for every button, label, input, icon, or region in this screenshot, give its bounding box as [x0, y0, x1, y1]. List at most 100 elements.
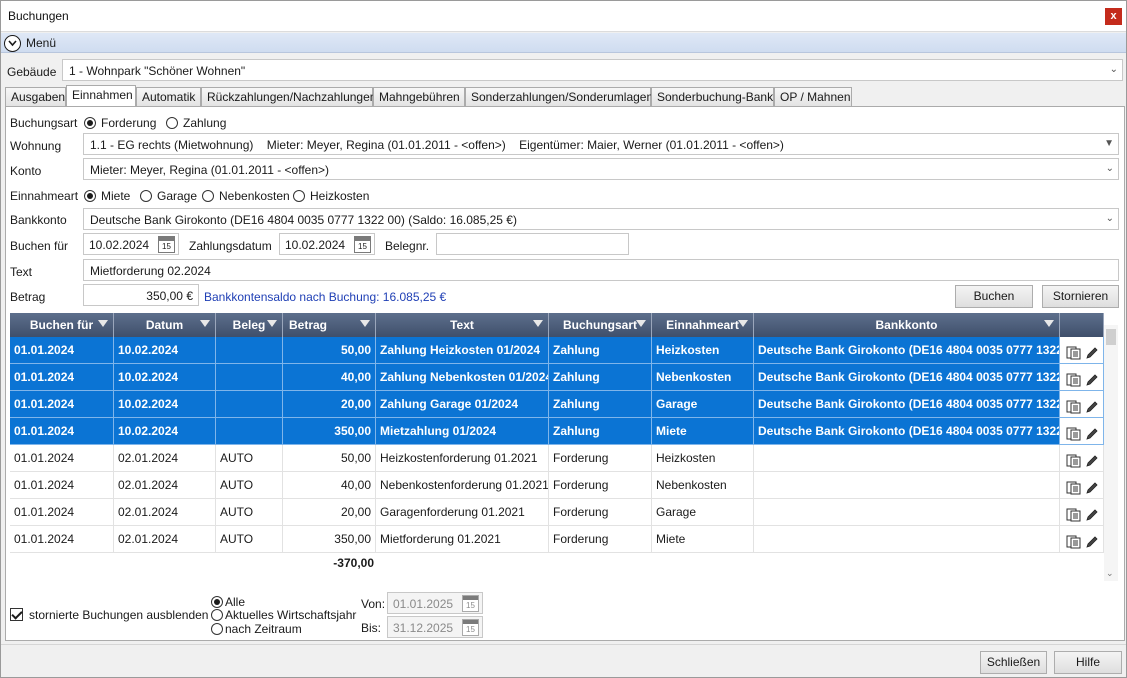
vertical-scrollbar[interactable]: ⌄: [1104, 325, 1118, 581]
filter-icon[interactable]: [360, 320, 370, 327]
belegnr-input[interactable]: [436, 233, 629, 255]
chevron-down-icon[interactable]: ⌄: [1106, 568, 1114, 579]
column-header-datum[interactable]: Datum: [114, 313, 216, 337]
betrag-sum: -370,00: [333, 556, 374, 570]
tab-sonderzahlungen[interactable]: Sonderzahlungen/Sonderumlagen: [465, 87, 653, 107]
tab-sonderbuchung-bank[interactable]: Sonderbuchung-Bank: [651, 87, 774, 107]
table-row[interactable]: 01.01.2024 02.01.2024 AUTO 20,00 Garagenford…: [10, 499, 1104, 526]
schliessen-button[interactable]: Schließen: [980, 651, 1047, 674]
filter-icon[interactable]: [267, 320, 277, 327]
table-row[interactable]: 01.01.2024 02.01.2024 AUTO 350,00 Mietforder…: [10, 526, 1104, 553]
filter-icon[interactable]: [1044, 320, 1054, 327]
row-actions: [1060, 364, 1104, 391]
gebaeude-select[interactable]: 1 - Wohnpark "Schöner Wohnen" ⌄: [62, 59, 1123, 81]
cell-datum: 10.02.2024: [114, 391, 216, 418]
chevron-down-icon: ⌄: [1105, 213, 1114, 224]
radio-nebenkosten[interactable]: Nebenkosten: [202, 189, 290, 203]
column-header-buchungsart[interactable]: Buchungsart: [549, 313, 652, 337]
copy-icon[interactable]: [1066, 451, 1082, 471]
column-header-beleg[interactable]: Beleg: [216, 313, 283, 337]
column-header-text[interactable]: Text: [376, 313, 549, 337]
tab-automatik[interactable]: Automatik: [136, 87, 201, 107]
radio-zeitraum[interactable]: nach Zeitraum: [211, 622, 302, 636]
tab-einnahmen[interactable]: Einnahmen: [66, 85, 136, 107]
copy-icon[interactable]: [1066, 343, 1082, 363]
filter-icon[interactable]: [200, 320, 210, 327]
radio-forderung[interactable]: Forderung: [84, 116, 156, 130]
menu-label[interactable]: Menü: [26, 36, 56, 50]
copy-icon[interactable]: [1066, 478, 1082, 498]
zahlungsdatum-date[interactable]: 10.02.2024 15: [279, 233, 375, 255]
bankkonto-select[interactable]: Deutsche Bank Girokonto (DE16 4804 0035 …: [83, 208, 1119, 230]
filter-icon[interactable]: [636, 320, 646, 327]
column-header-betrag[interactable]: Betrag: [283, 313, 376, 337]
stornieren-button[interactable]: Stornieren: [1042, 285, 1119, 308]
table-row[interactable]: 01.01.2024 10.02.2024 40,00 Zahlung Nebenko…: [10, 364, 1104, 391]
edit-pencil-icon[interactable]: [1085, 532, 1099, 552]
buchen-fuer-date[interactable]: 10.02.2024 15: [83, 233, 179, 255]
copy-icon[interactable]: [1066, 370, 1082, 390]
filter-icon[interactable]: [98, 320, 108, 327]
text-input[interactable]: Mietforderung 02.2024: [83, 259, 1119, 281]
filter-icon[interactable]: [738, 320, 748, 327]
menu-expand-button[interactable]: [4, 35, 21, 52]
radio-dot: [202, 190, 214, 202]
scrollbar-thumb[interactable]: [1106, 329, 1116, 345]
saldo-hint: Bankkontensaldo nach Buchung: 16.085,25 …: [204, 290, 447, 304]
radio-wirtschaftsjahr[interactable]: Aktuelles Wirtschaftsjahr: [211, 608, 356, 622]
copy-icon[interactable]: [1066, 397, 1082, 417]
cell-text: Zahlung Heizkosten 01/2024: [376, 337, 549, 364]
wohnung-label: Wohnung: [10, 139, 62, 153]
edit-pencil-icon[interactable]: [1085, 505, 1099, 525]
column-label: Buchen für: [29, 318, 94, 332]
cell-betrag: 40,00: [283, 472, 376, 499]
bankkonto-value: Deutsche Bank Girokonto (DE16 4804 0035 …: [90, 213, 517, 227]
betrag-input[interactable]: 350,00 €: [83, 284, 199, 306]
cell-einnahmeart: Garage: [652, 391, 754, 418]
radio-dot: [211, 596, 223, 608]
copy-icon[interactable]: [1066, 505, 1082, 525]
konto-select[interactable]: Mieter: Meyer, Regina (01.01.2011 - <off…: [83, 158, 1119, 180]
gebaeude-value: 1 - Wohnpark "Schöner Wohnen": [69, 64, 246, 78]
column-header-bankkonto[interactable]: Bankkonto: [754, 313, 1060, 337]
calendar-icon[interactable]: 15: [354, 236, 371, 253]
tab-ausgaben[interactable]: Ausgaben: [5, 87, 66, 107]
tab-op-mahnen[interactable]: OP / Mahnen: [774, 87, 852, 107]
edit-pencil-icon[interactable]: [1085, 451, 1099, 471]
table-row[interactable]: 01.01.2024 02.01.2024 AUTO 50,00 Heizkostenf…: [10, 445, 1104, 472]
edit-pencil-icon[interactable]: [1085, 478, 1099, 498]
table-row[interactable]: 01.01.2024 02.01.2024 AUTO 40,00 Nebenkosten…: [10, 472, 1104, 499]
radio-alle[interactable]: Alle: [211, 595, 245, 609]
edit-pencil-icon[interactable]: [1085, 343, 1099, 363]
column-header-buchen-fuer[interactable]: Buchen für: [10, 313, 114, 337]
copy-icon[interactable]: [1066, 532, 1082, 552]
edit-pencil-icon[interactable]: [1085, 424, 1099, 444]
hilfe-button[interactable]: Hilfe: [1054, 651, 1122, 674]
filter-icon[interactable]: [533, 320, 543, 327]
buchen-button[interactable]: Buchen: [955, 285, 1033, 308]
text-value: Mietforderung 02.2024: [90, 264, 211, 278]
close-window-button[interactable]: x: [1105, 8, 1122, 25]
edit-pencil-icon[interactable]: [1085, 370, 1099, 390]
cell-text: Mietzahlung 01/2024: [376, 418, 549, 445]
hide-storno-checkbox[interactable]: [10, 608, 23, 621]
radio-garage[interactable]: Garage: [140, 189, 197, 203]
table-row[interactable]: 01.01.2024 10.02.2024 50,00 Zahlung Heizkos…: [10, 337, 1104, 364]
calendar-icon[interactable]: 15: [158, 236, 175, 253]
table-row[interactable]: 01.01.2024 10.02.2024 350,00 Mietzahlung 01…: [10, 418, 1104, 445]
table-row[interactable]: 01.01.2024 10.02.2024 20,00 Zahlung Garage …: [10, 391, 1104, 418]
wohnung-select[interactable]: 1.1 - EG rechts (Mietwohnung) Mieter: Me…: [83, 133, 1119, 155]
buchen-fuer-value: 10.02.2024: [89, 238, 150, 252]
cell-bankkonto: [754, 445, 1060, 472]
tab-rueckzahlungen[interactable]: Rückzahlungen/Nachzahlungen: [201, 87, 376, 107]
edit-pencil-icon[interactable]: [1085, 397, 1099, 417]
radio-miete[interactable]: Miete: [84, 189, 130, 203]
column-header-einnahmeart[interactable]: Einnahmeart: [652, 313, 754, 337]
copy-icon[interactable]: [1066, 424, 1082, 444]
cell-buchen-fuer: 01.01.2024: [10, 526, 114, 553]
radio-zahlung[interactable]: Zahlung: [166, 116, 226, 130]
column-label: Text: [450, 318, 474, 332]
radio-heizkosten[interactable]: Heizkosten: [293, 189, 369, 203]
cell-einnahmeart: Heizkosten: [652, 445, 754, 472]
tab-mahngebuehren[interactable]: Mahngebühren: [373, 87, 465, 107]
